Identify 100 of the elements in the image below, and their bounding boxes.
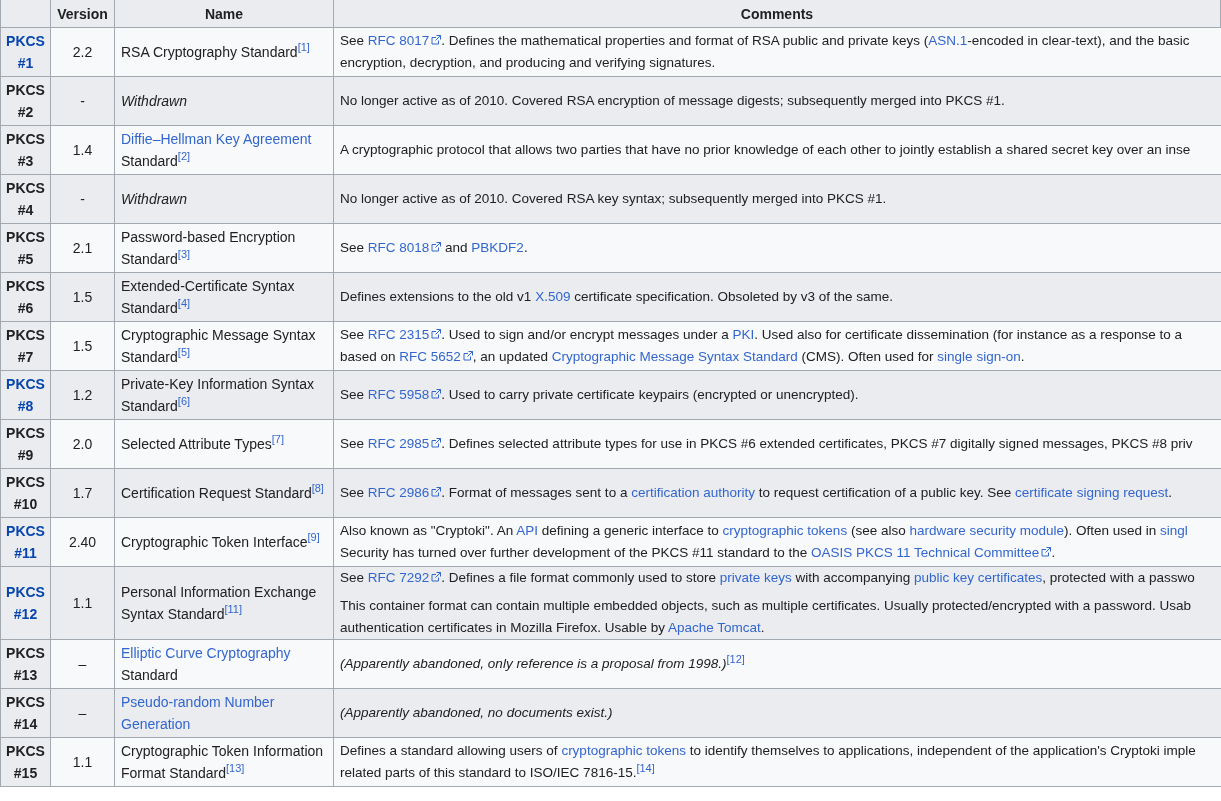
name-text: Standard$^{[2]}$ bbox=[121, 150, 192, 171]
row-header: PKCS #14 bbox=[5, 693, 46, 734]
name-text: RSA Cryptography Standard$^{[1]}$ bbox=[121, 41, 311, 62]
name-text: Withdrawn bbox=[121, 92, 188, 111]
link[interactable]: PBKDF2 bbox=[471, 240, 524, 255]
link[interactable]: Generation bbox=[121, 716, 191, 732]
comment-text: encryption, decryption, and producing and verifying signatures. bbox=[340, 54, 717, 72]
comment-text: No longer active as of 2010. Covered RSA encryption of message digests; subsequently merged into PKCS #1. bbox=[340, 92, 1006, 110]
comment-text: authentication certificates in Mozilla Firefox. Usable by Apache Tomcat. bbox=[340, 619, 766, 637]
name-text: Format Standard$^{[13]}$ bbox=[121, 762, 246, 783]
reference-link[interactable]: [11] bbox=[224, 603, 243, 616]
link[interactable]: ASN.1 bbox=[928, 33, 968, 48]
reference-link[interactable]: [7] bbox=[271, 433, 284, 446]
name-text: Standard$^{[4]}$ bbox=[121, 297, 192, 318]
name-text: Private-Key Information Syntax bbox=[121, 375, 315, 394]
reference-link[interactable]: [3] bbox=[177, 248, 191, 261]
row-header: PKCS #13 bbox=[5, 644, 46, 685]
row-header: PKCS #15 bbox=[5, 742, 46, 783]
link[interactable]: cryptographic tokens bbox=[561, 743, 686, 758]
comment-text: A cryptographic protocol that allows two parties that have no prior knowledge of each other to jointly establish a shared secret key over an inse bbox=[340, 141, 1192, 159]
version-text: 1.2 bbox=[72, 387, 93, 403]
comment-text: See RFC 5958 . Used to carry private certificate keypairs (encrypted or unencrypted). bbox=[340, 386, 860, 404]
external-link[interactable]: RFC 2315 bbox=[367, 327, 442, 342]
comment-text: Defines extensions to the old v1 X.509 certificate specification. Obsoleted by v3 of the same. bbox=[340, 288, 895, 306]
name-text: Extended-Certificate Syntax bbox=[121, 277, 296, 296]
external-link-icon bbox=[431, 572, 442, 582]
external-link-icon bbox=[431, 438, 442, 448]
comment-text: See RFC 2315 . Used to sign and/or encrypt messages under a PKI. Used also for certificate dissemination (for instance as a response to a bbox=[340, 326, 1183, 344]
comment-text: See RFC 8017 . Defines the mathematical properties and format of RSA public and private keys (ASN.1-encoded in clear-text), and the basic bbox=[340, 32, 1191, 50]
link[interactable]: cryptographic tokens bbox=[722, 523, 848, 538]
reference-link[interactable]: [14] bbox=[636, 761, 655, 774]
name-text: Cryptographic Token Information bbox=[121, 742, 325, 761]
reference-link[interactable]: [6] bbox=[177, 395, 191, 408]
row-header: PKCS #9 bbox=[5, 424, 46, 465]
external-link-icon bbox=[431, 487, 442, 497]
comment-text: This container format can contain multiple embedded objects, such as multiple certificates. Usually protected/encrypted with a password. Usab bbox=[340, 597, 1192, 615]
version-text: 1.1 bbox=[72, 595, 93, 611]
link[interactable]: Cryptographic Message Syntax Standard bbox=[551, 349, 798, 364]
reference-link[interactable]: [2] bbox=[177, 150, 191, 163]
reference-link[interactable]: [12] bbox=[726, 652, 745, 665]
external-link[interactable]: RFC 7292 bbox=[367, 570, 442, 585]
name-text: Selected Attribute Types$^{[7]}$ bbox=[121, 433, 285, 454]
name-text: Standard$^{[3]}$ bbox=[121, 248, 192, 269]
external-link-icon bbox=[431, 242, 442, 252]
link[interactable]: Diffie–Hellman Key Agreement bbox=[121, 131, 312, 147]
name-text: Standard bbox=[121, 666, 179, 685]
version-text: 2.1 bbox=[72, 240, 93, 256]
link[interactable]: Pseudo-random Number bbox=[121, 694, 275, 710]
reference-link[interactable]: [1] bbox=[297, 41, 310, 54]
name-text: Cryptographic Token Interface$^{[9]}$ bbox=[121, 531, 321, 552]
external-link-icon bbox=[431, 35, 442, 45]
link[interactable]: PKI bbox=[732, 327, 755, 342]
row-header: PKCS #4 bbox=[5, 179, 46, 220]
version-text: – bbox=[78, 656, 87, 672]
name-text: Standard$^{[6]}$ bbox=[121, 395, 192, 416]
external-link[interactable]: RFC 2986 bbox=[367, 485, 442, 500]
external-link[interactable]: RFC 2985 bbox=[367, 436, 442, 451]
comment-text: based on RFC 5652 , an updated Cryptographic Message Syntax Standard (CMS). Often used for single sign-on. bbox=[340, 348, 1026, 366]
external-link-icon bbox=[462, 351, 473, 361]
version-text: - bbox=[80, 191, 85, 207]
version-text: – bbox=[78, 705, 87, 721]
external-link[interactable]: RFC 8018 bbox=[367, 240, 442, 255]
version-text: - bbox=[80, 93, 85, 109]
external-link-icon bbox=[1041, 547, 1052, 557]
version-text: 2.0 bbox=[72, 436, 93, 452]
link[interactable]: X.509 bbox=[535, 289, 571, 304]
link[interactable]: Apache Tomcat bbox=[667, 620, 761, 635]
link[interactable]: Elliptic Curve Cryptography bbox=[121, 645, 291, 661]
version-text: 2.2 bbox=[72, 44, 93, 60]
link[interactable]: certification authority bbox=[631, 485, 755, 500]
comment-text: No longer active as of 2010. Covered RSA key syntax; subsequently merged into PKCS #1. bbox=[340, 190, 888, 208]
name-text: Password-based Encryption bbox=[121, 228, 297, 247]
version-text: 1.7 bbox=[72, 485, 93, 501]
version-text: 1.5 bbox=[72, 338, 93, 354]
reference-link[interactable]: [4] bbox=[177, 297, 191, 310]
external-link[interactable]: RFC 5958 bbox=[367, 387, 442, 402]
link[interactable]: single sign-on bbox=[937, 349, 1021, 364]
link[interactable]: API bbox=[516, 523, 538, 538]
reference-link[interactable]: [9] bbox=[307, 531, 320, 544]
link[interactable]: private keys bbox=[719, 570, 792, 585]
reference-link[interactable]: [5] bbox=[177, 346, 191, 359]
row-header: PKCS #6 bbox=[5, 277, 46, 318]
comment-text: See RFC 2986 . Format of messages sent to a certification authority to request certification of a public key. See certificate signing request. bbox=[340, 484, 1173, 502]
comment-text: Defines a standard allowing users of cryptographic tokens to identify themselves to applications, independent of the application's Cryptoki imple bbox=[340, 742, 1197, 760]
external-link[interactable]: OASIS PKCS 11 Technical Committee bbox=[811, 545, 1052, 560]
version-text: 2.40 bbox=[68, 534, 97, 550]
row-header: PKCS #7 bbox=[5, 326, 46, 367]
external-link[interactable]: RFC 8017 bbox=[367, 33, 442, 48]
row-header: PKCS #2 bbox=[5, 81, 46, 122]
comment-text: See RFC 2985 . Defines selected attribute types for use in PKCS #6 extended certificates, PKCS #7 digitally signed messages, PKCS #8 priv bbox=[340, 435, 1194, 453]
link[interactable]: singl bbox=[1160, 523, 1188, 538]
reference-link[interactable]: [8] bbox=[311, 482, 324, 495]
reference-link[interactable]: [13] bbox=[226, 762, 245, 775]
external-link-icon bbox=[431, 389, 442, 399]
version-text: 1.5 bbox=[72, 289, 93, 305]
version-text: 1.4 bbox=[72, 142, 93, 158]
external-link[interactable]: RFC 5652 bbox=[399, 349, 473, 364]
name-text: Cryptographic Message Syntax bbox=[121, 326, 317, 345]
column-header: Comments bbox=[333, 0, 1221, 28]
link[interactable]: hardware security module bbox=[909, 523, 1064, 538]
